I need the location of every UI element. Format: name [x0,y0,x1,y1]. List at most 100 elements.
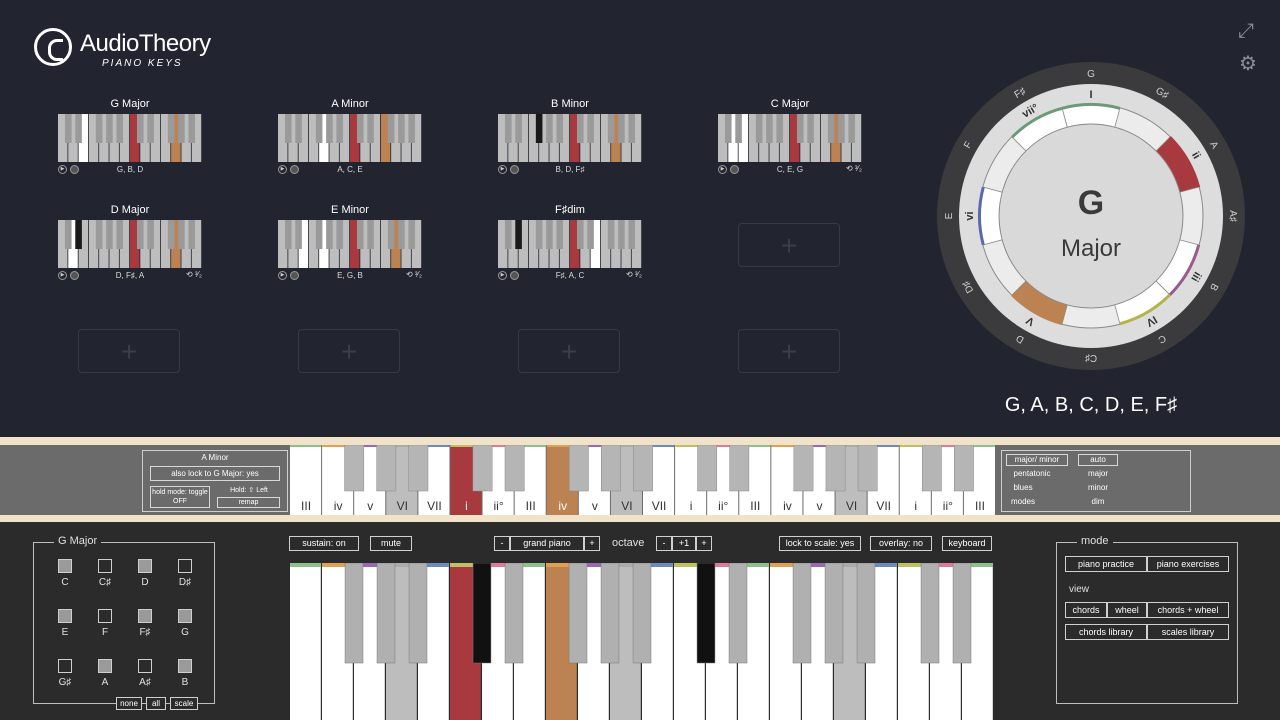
select-scale-button[interactable]: scale [170,697,198,710]
chord-card-black-key[interactable] [356,220,364,249]
note-toggle-checkbox[interactable] [98,609,112,623]
chord-card-black-key[interactable] [504,220,512,249]
chord-card-black-key[interactable] [535,220,543,249]
chord-card-black-key[interactable] [607,114,615,143]
chord-card-black-key[interactable] [387,114,395,143]
scale-strip-black-key[interactable] [857,445,878,492]
chord-card-black-key[interactable] [147,220,154,249]
octave-up-button[interactable]: + [696,536,712,551]
also-lock-button[interactable]: also lock to G Major: yes [150,466,280,481]
chord-card-black-key[interactable] [326,114,333,143]
chord-card-black-key[interactable] [116,220,124,249]
chord-card-keyboard[interactable] [278,114,422,162]
scale-strip-black-key[interactable] [504,445,525,492]
piano-practice-button[interactable]: piano practice [1065,556,1147,572]
chord-card-keyboard[interactable] [498,220,642,268]
chord-card-black-key[interactable] [315,220,323,249]
keyboard-button[interactable]: keyboard [942,536,992,551]
chord-card-black-key[interactable] [295,114,302,143]
chord-card-black-key[interactable] [188,114,196,143]
piano-black-key[interactable] [856,563,876,664]
overlay-button[interactable]: overlay: no [870,536,932,551]
piano-black-key[interactable] [600,563,620,664]
chord-card-black-key[interactable] [284,114,292,143]
chord-card-black-key[interactable] [188,220,196,249]
mute-button[interactable]: mute [370,536,412,551]
chord-card-black-key[interactable] [336,220,344,249]
scale-strip-black-key[interactable] [568,445,589,492]
chord-card-black-key[interactable] [607,220,615,249]
scale-strip-black-key[interactable] [408,445,429,492]
hold-mode-button[interactable]: hold mode: toggle OFF [150,486,210,508]
piano-exercises-button[interactable]: piano exercises [1147,556,1229,572]
piano-black-key[interactable] [728,563,748,664]
chord-card-black-key[interactable] [515,220,522,249]
chord-card-black-key[interactable] [848,114,856,143]
chord-card-black-key[interactable] [336,114,344,143]
chord-card[interactable]: B Minor ▶ B, D, F♯ [498,98,642,178]
chord-card-black-key[interactable] [576,220,584,249]
chord-card-keyboard[interactable] [718,114,862,162]
chord-card-black-key[interactable] [408,114,416,143]
main-piano-keyboard[interactable] [290,563,994,720]
fullscreen-icon[interactable]: ⤢ [1238,20,1254,43]
chord-card-black-key[interactable] [776,114,784,143]
modes-button[interactable]: modes [1006,496,1040,508]
piano-black-key[interactable] [952,563,972,664]
piano-black-key[interactable] [696,563,716,664]
chord-card-black-key[interactable] [618,114,625,143]
chord-card-black-key[interactable] [398,114,405,143]
chord-card-black-key[interactable] [398,220,405,249]
view-chords-wheel-button[interactable]: chords + wheel [1147,602,1229,618]
auto-button[interactable]: auto [1078,454,1118,466]
inversion-icon[interactable]: ⟲ ³⁄₂ [186,270,202,279]
piano-black-key[interactable] [376,563,396,664]
chord-card-black-key[interactable] [724,114,732,143]
wheel-note-label[interactable]: G [1087,69,1095,80]
chord-card-black-key[interactable] [147,114,154,143]
scale-strip-black-key[interactable] [633,445,653,492]
chord-card-keyboard[interactable] [498,114,642,162]
note-toggle-checkbox[interactable] [138,559,152,573]
chord-card[interactable]: C Major ▶ C, E, G ⟲ ³⁄₂ [718,98,862,178]
chord-card-black-key[interactable] [367,220,374,249]
chord-card[interactable]: A Minor ▶ A, C, E [278,98,422,178]
piano-white-key[interactable] [290,563,321,720]
chord-card-black-key[interactable] [64,220,72,249]
scale-strip-black-key[interactable] [729,445,750,492]
sustain-button[interactable]: sustain: on [289,536,359,551]
chord-card-black-key[interactable] [167,220,175,249]
chord-card-black-key[interactable] [628,220,636,249]
piano-black-key[interactable] [792,563,812,664]
note-toggle-checkbox[interactable] [138,609,152,623]
lock-to-scale-button[interactable]: lock to scale: yes [779,536,861,551]
chord-card-black-key[interactable] [735,114,742,143]
scales-library-button[interactable]: scales library [1147,624,1229,640]
chords-library-button[interactable]: chords library [1065,624,1147,640]
chord-card-black-key[interactable] [326,220,333,249]
pentatonic-button[interactable]: pentatonic [1006,468,1058,480]
instrument-select[interactable]: grand piano [510,536,584,551]
chord-card-keyboard[interactable] [58,220,202,268]
note-toggle-checkbox[interactable] [98,559,112,573]
chord-card-black-key[interactable] [515,114,522,143]
add-chord-button[interactable]: + [738,223,840,267]
note-toggle-checkbox[interactable] [178,659,192,673]
piano-black-key[interactable] [568,563,588,664]
piano-black-key[interactable] [824,563,844,664]
chord-card-black-key[interactable] [75,220,82,249]
remap-button[interactable]: remap [217,497,280,508]
chord-card-black-key[interactable] [356,114,364,143]
chord-card-black-key[interactable] [755,114,763,143]
select-all-button[interactable]: all [146,697,166,710]
circle-of-fifths-wheel[interactable]: IiiiiiIVVvivii°GG♯AA♯BCC♯DD♯EFF♯ G Major [937,62,1245,370]
view-chords-button[interactable]: chords [1065,602,1107,618]
scale-strip-black-key[interactable] [921,445,942,492]
scale-strip-black-key[interactable] [472,445,493,492]
chord-card-keyboard[interactable] [278,220,422,268]
inversion-icon[interactable]: ⟲ ³⁄₂ [406,270,422,279]
chord-card-black-key[interactable] [95,114,103,143]
chord-card-black-key[interactable] [106,114,113,143]
piano-black-key[interactable] [920,563,940,664]
octave-down-button[interactable]: - [656,536,672,551]
